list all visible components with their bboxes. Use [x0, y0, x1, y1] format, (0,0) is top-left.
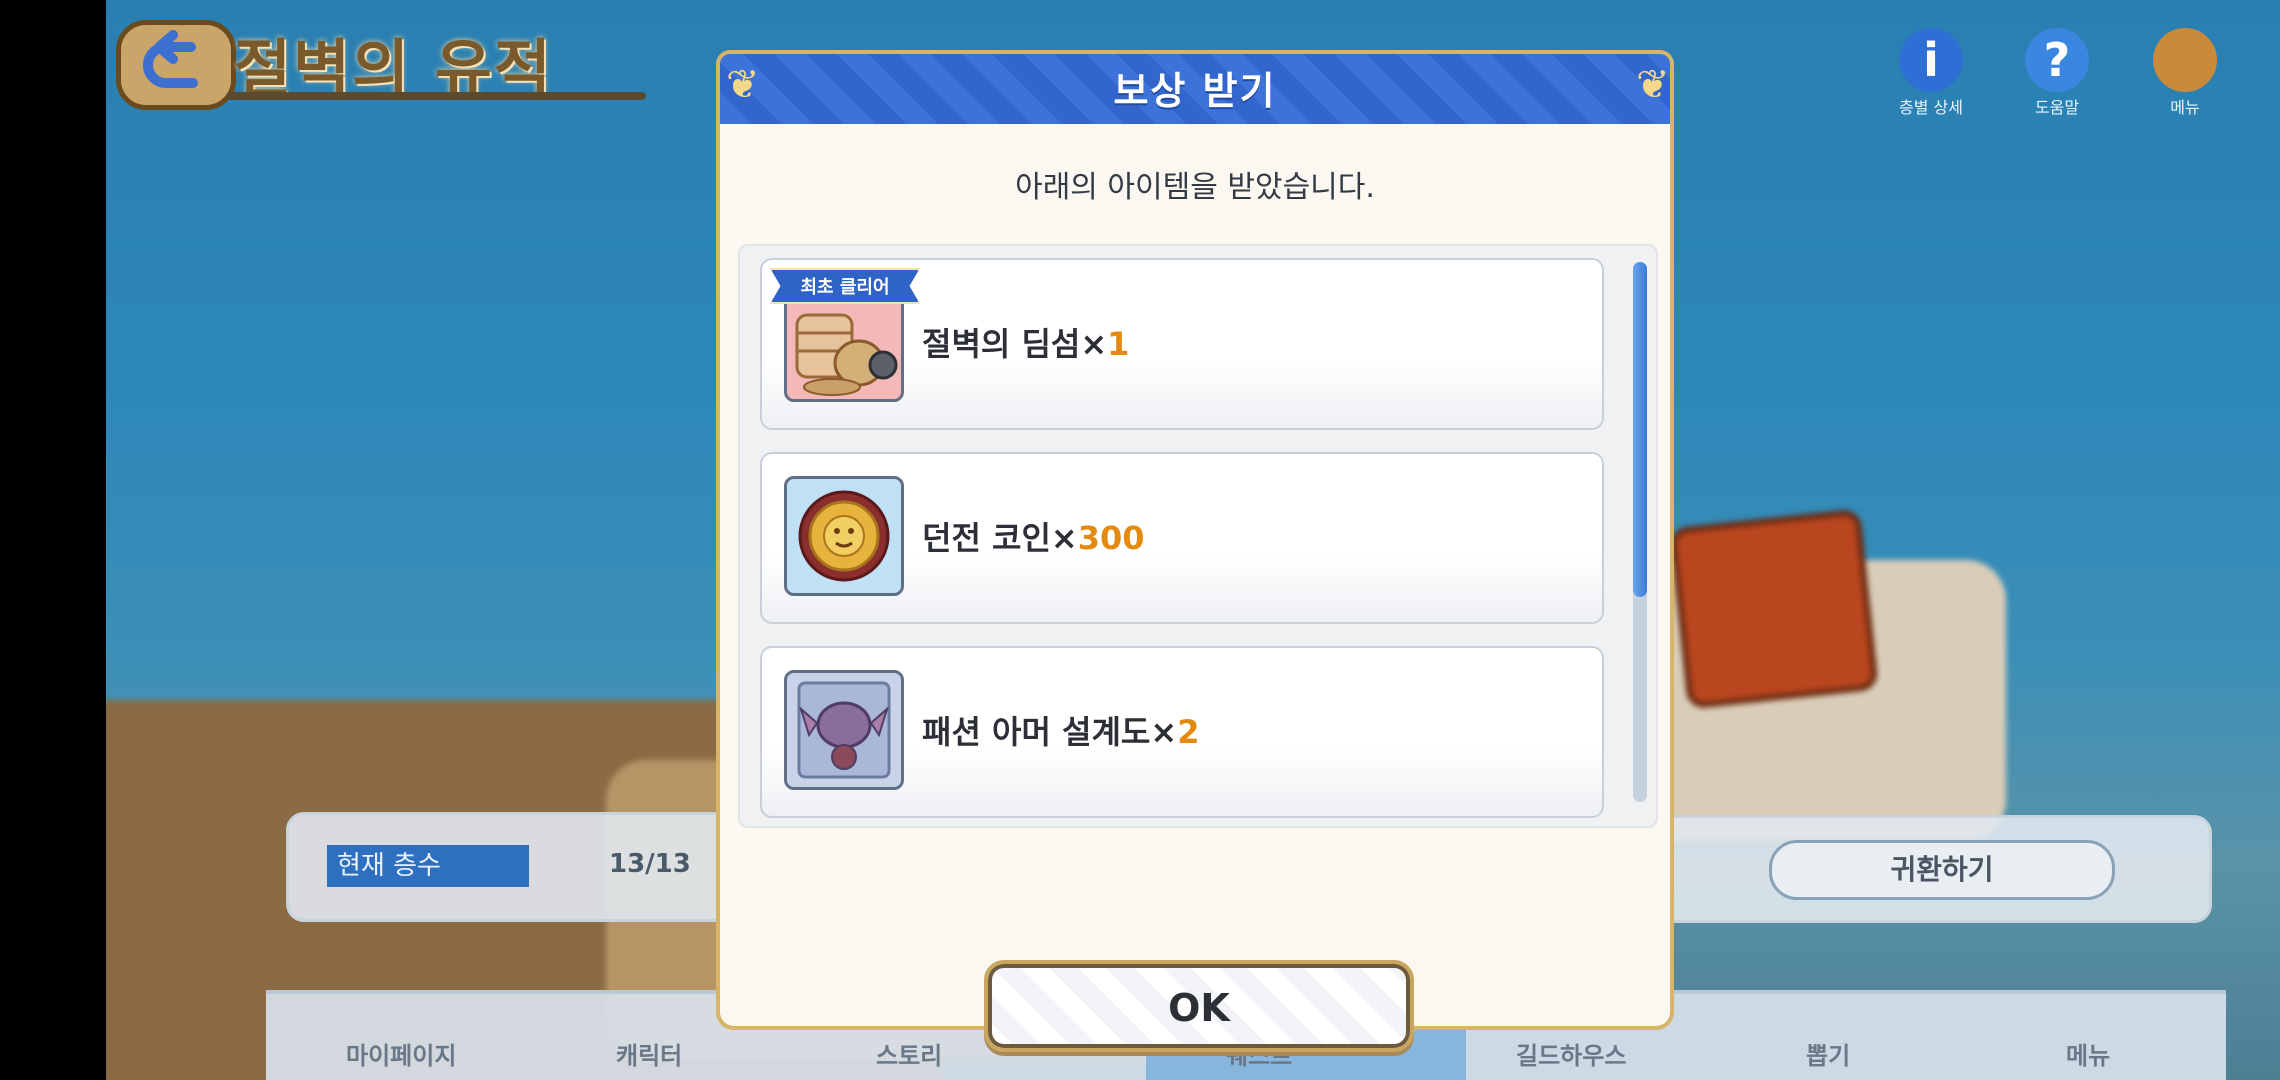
- menu-label: 메뉴: [2170, 98, 2200, 117]
- dialog-title: 보상 받기: [1113, 69, 1277, 113]
- menu-button[interactable]: 메뉴: [2150, 28, 2220, 118]
- dialog-header: ❦ ❦ 보상 받기: [716, 50, 1674, 124]
- back-button[interactable]: [116, 20, 236, 110]
- info-button[interactable]: i 층별 상세: [1896, 28, 1966, 118]
- reward-item-label: 던전 코인×300: [922, 454, 1145, 622]
- back-arrow-icon: [143, 30, 198, 88]
- return-panel: 귀환하기: [1656, 815, 2212, 923]
- help-label: 도움말: [2034, 98, 2080, 117]
- return-button[interactable]: 귀환하기: [1769, 840, 2115, 900]
- reward-item-quantity: 300: [1077, 519, 1145, 557]
- scrollbar[interactable]: [1633, 262, 1647, 802]
- nav-item-mypage[interactable]: 마이페이지: [346, 1036, 456, 1071]
- menu-icon: [2153, 28, 2217, 92]
- info-icon: i: [1899, 28, 1963, 92]
- reward-item-multiplier: ×: [1150, 713, 1178, 751]
- info-label: 층별 상세: [1899, 98, 1963, 117]
- reward-item: 패션 아머 설계도×2: [760, 646, 1604, 818]
- reward-item: 최초 클리어 절벽의 딤섬×1: [760, 258, 1604, 430]
- reward-item-name: 절벽의 딤섬: [922, 325, 1081, 363]
- floor-label: 현재 층수: [327, 845, 529, 887]
- reward-item-multiplier: ×: [1050, 519, 1078, 557]
- floor-value: 13/13: [609, 849, 691, 879]
- treasure-chest: [1669, 508, 1879, 710]
- nav-item-character[interactable]: 캐릭터: [616, 1036, 682, 1071]
- reward-item-multiplier: ×: [1080, 325, 1108, 363]
- dialog-body: 아래의 아이템을 받았습니다. 최초 클리어 절벽의 딤섬×1 던전 코인×30…: [716, 124, 1674, 1052]
- nav-item-guildhouse[interactable]: 길드하우스: [1516, 1036, 1626, 1071]
- reward-item-quantity: 2: [1177, 713, 1200, 751]
- dungeon-coin-icon: [784, 476, 904, 596]
- reward-dialog: ❦ ❦ 보상 받기 아래의 아이템을 받았습니다. 최초 클리어 절벽의 딤섬×…: [716, 50, 1674, 1052]
- reward-item-name: 던전 코인: [922, 519, 1051, 557]
- first-clear-badge: 최초 클리어: [770, 268, 920, 304]
- reward-item-name: 패션 아머 설계도: [922, 713, 1151, 751]
- scrollbar-thumb[interactable]: [1633, 262, 1647, 597]
- ok-button[interactable]: OK: [984, 960, 1414, 1052]
- reward-item-quantity: 1: [1107, 325, 1130, 363]
- reward-item-label: 패션 아머 설계도×2: [922, 648, 1199, 816]
- armor-blueprint-icon: [784, 670, 904, 790]
- nav-item-story[interactable]: 스토리: [876, 1036, 942, 1071]
- reward-list[interactable]: 최초 클리어 절벽의 딤섬×1 던전 코인×300 패션 아머 설계도×2: [738, 244, 1658, 828]
- help-button[interactable]: ? 도움말: [2022, 28, 2092, 118]
- help-icon: ?: [2025, 28, 2089, 92]
- nav-item-gacha[interactable]: 뽑기: [1806, 1036, 1850, 1071]
- reward-item-label: 절벽의 딤섬×1: [922, 260, 1129, 428]
- left-black-bar: [0, 0, 106, 1080]
- dialog-message: 아래의 아이템을 받았습니다.: [1015, 170, 1375, 205]
- title-underline: [226, 92, 646, 100]
- reward-item: 던전 코인×300: [760, 452, 1604, 624]
- nav-item-menu[interactable]: 메뉴: [2066, 1036, 2110, 1071]
